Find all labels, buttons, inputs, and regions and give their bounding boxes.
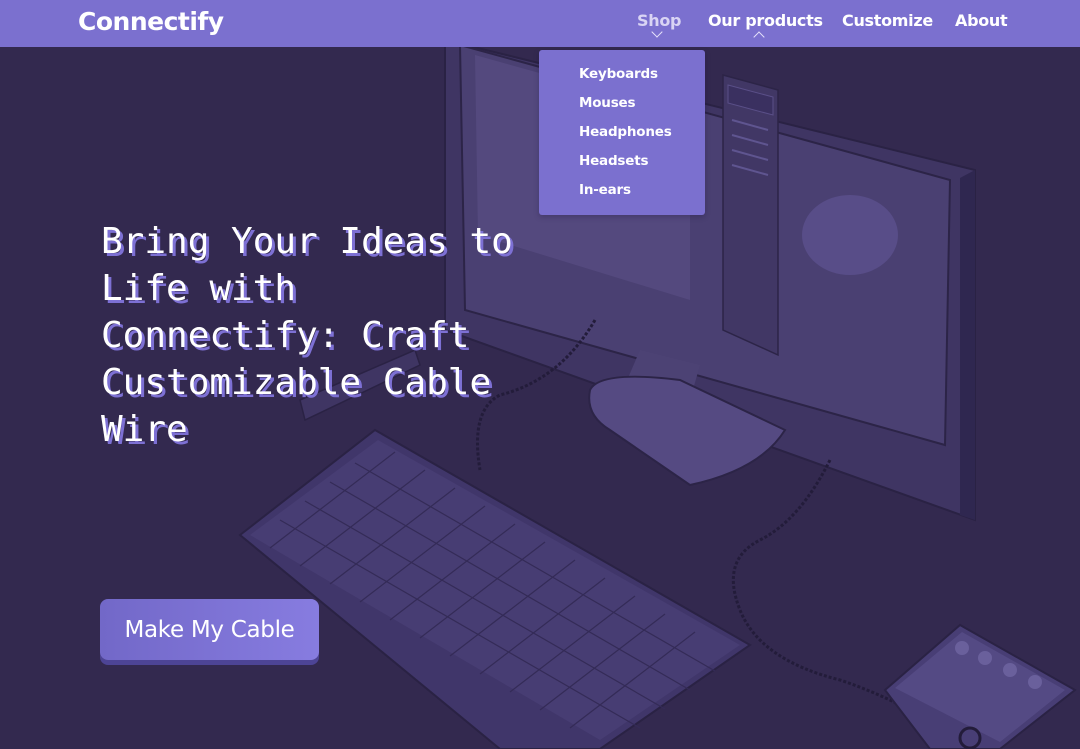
dropdown-item-keyboards[interactable]: Keyboards <box>579 66 658 82</box>
brand-logo[interactable]: Connectify <box>78 7 224 36</box>
launchpad-illustration <box>883 623 1077 749</box>
nav-link-our-products[interactable]: Our products <box>708 11 823 30</box>
hero-heading: Bring Your Ideas to Life with Connectify… <box>101 221 513 450</box>
dropdown-item-in-ears[interactable]: In-ears <box>579 182 631 198</box>
chevron-up-icon <box>753 31 765 43</box>
dropdown-item-headphones[interactable]: Headphones <box>579 124 672 140</box>
keyboard-illustration <box>238 428 752 749</box>
products-dropdown-menu: Keyboards Mouses Headphones Headsets In-… <box>539 50 705 215</box>
nav-link-shop[interactable]: Shop <box>637 11 681 30</box>
make-my-cable-button[interactable]: Make My Cable <box>100 599 319 660</box>
nav-link-about[interactable]: About <box>955 11 1008 30</box>
dropdown-item-mouses[interactable]: Mouses <box>579 95 636 111</box>
navbar: Connectify Shop Our products Customize A… <box>0 0 1080 47</box>
dropdown-item-headsets[interactable]: Headsets <box>579 153 649 169</box>
nav-link-customize[interactable]: Customize <box>842 11 933 30</box>
